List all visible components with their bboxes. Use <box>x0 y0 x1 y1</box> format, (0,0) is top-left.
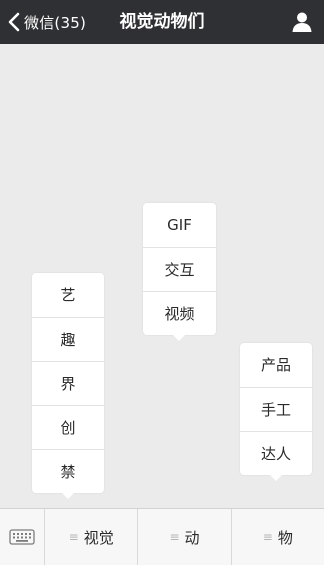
menu-item-shougong[interactable]: 手工 <box>240 387 312 431</box>
popup-pointer <box>173 335 185 341</box>
menu-item-qu[interactable]: 趣 <box>32 317 104 361</box>
keyboard-toggle-button[interactable] <box>0 509 45 565</box>
menu-item-jiaohu[interactable]: 交互 <box>143 247 216 291</box>
back-label: 微信(35) <box>24 13 86 32</box>
user-profile-icon[interactable] <box>290 10 314 34</box>
menu-popup-right: 产品 手工 达人 <box>240 343 312 481</box>
back-button[interactable]: 微信(35) <box>6 0 86 44</box>
bottom-menu-bar: ≡ 视觉 ≡ 动 ≡ 物 <box>0 508 324 565</box>
menu-item-jin[interactable]: 禁 <box>32 449 104 493</box>
menu-list-icon: ≡ <box>68 530 79 544</box>
menu-list-icon: ≡ <box>262 530 273 544</box>
menu-popup-middle: GIF 交互 视频 <box>143 203 216 341</box>
menu-item-gif[interactable]: GIF <box>143 203 216 247</box>
menu-item-chuang[interactable]: 创 <box>32 405 104 449</box>
popup-pointer <box>270 475 282 481</box>
menu-tab-wu[interactable]: ≡ 物 <box>232 509 324 565</box>
menu-tab-label: 物 <box>277 528 293 547</box>
menu-tab-label: 视觉 <box>83 528 114 547</box>
menu-list-icon: ≡ <box>169 530 180 544</box>
keyboard-icon <box>9 529 35 545</box>
menu-tab-shijue[interactable]: ≡ 视觉 <box>45 509 139 565</box>
menu-item-jie[interactable]: 界 <box>32 361 104 405</box>
top-nav-bar: 微信(35) 视觉动物们 <box>0 0 324 44</box>
menu-tab-dong[interactable]: ≡ 动 <box>138 509 232 565</box>
menu-tab-label: 动 <box>184 528 200 547</box>
menu-item-shipin[interactable]: 视频 <box>143 291 216 335</box>
menu-popup-left: 艺 趣 界 创 禁 <box>32 273 104 499</box>
menu-item-yi[interactable]: 艺 <box>32 273 104 317</box>
menu-item-daren[interactable]: 达人 <box>240 431 312 475</box>
menu-item-chanpin[interactable]: 产品 <box>240 343 312 387</box>
chevron-left-icon <box>8 12 20 32</box>
popup-pointer <box>62 493 74 499</box>
